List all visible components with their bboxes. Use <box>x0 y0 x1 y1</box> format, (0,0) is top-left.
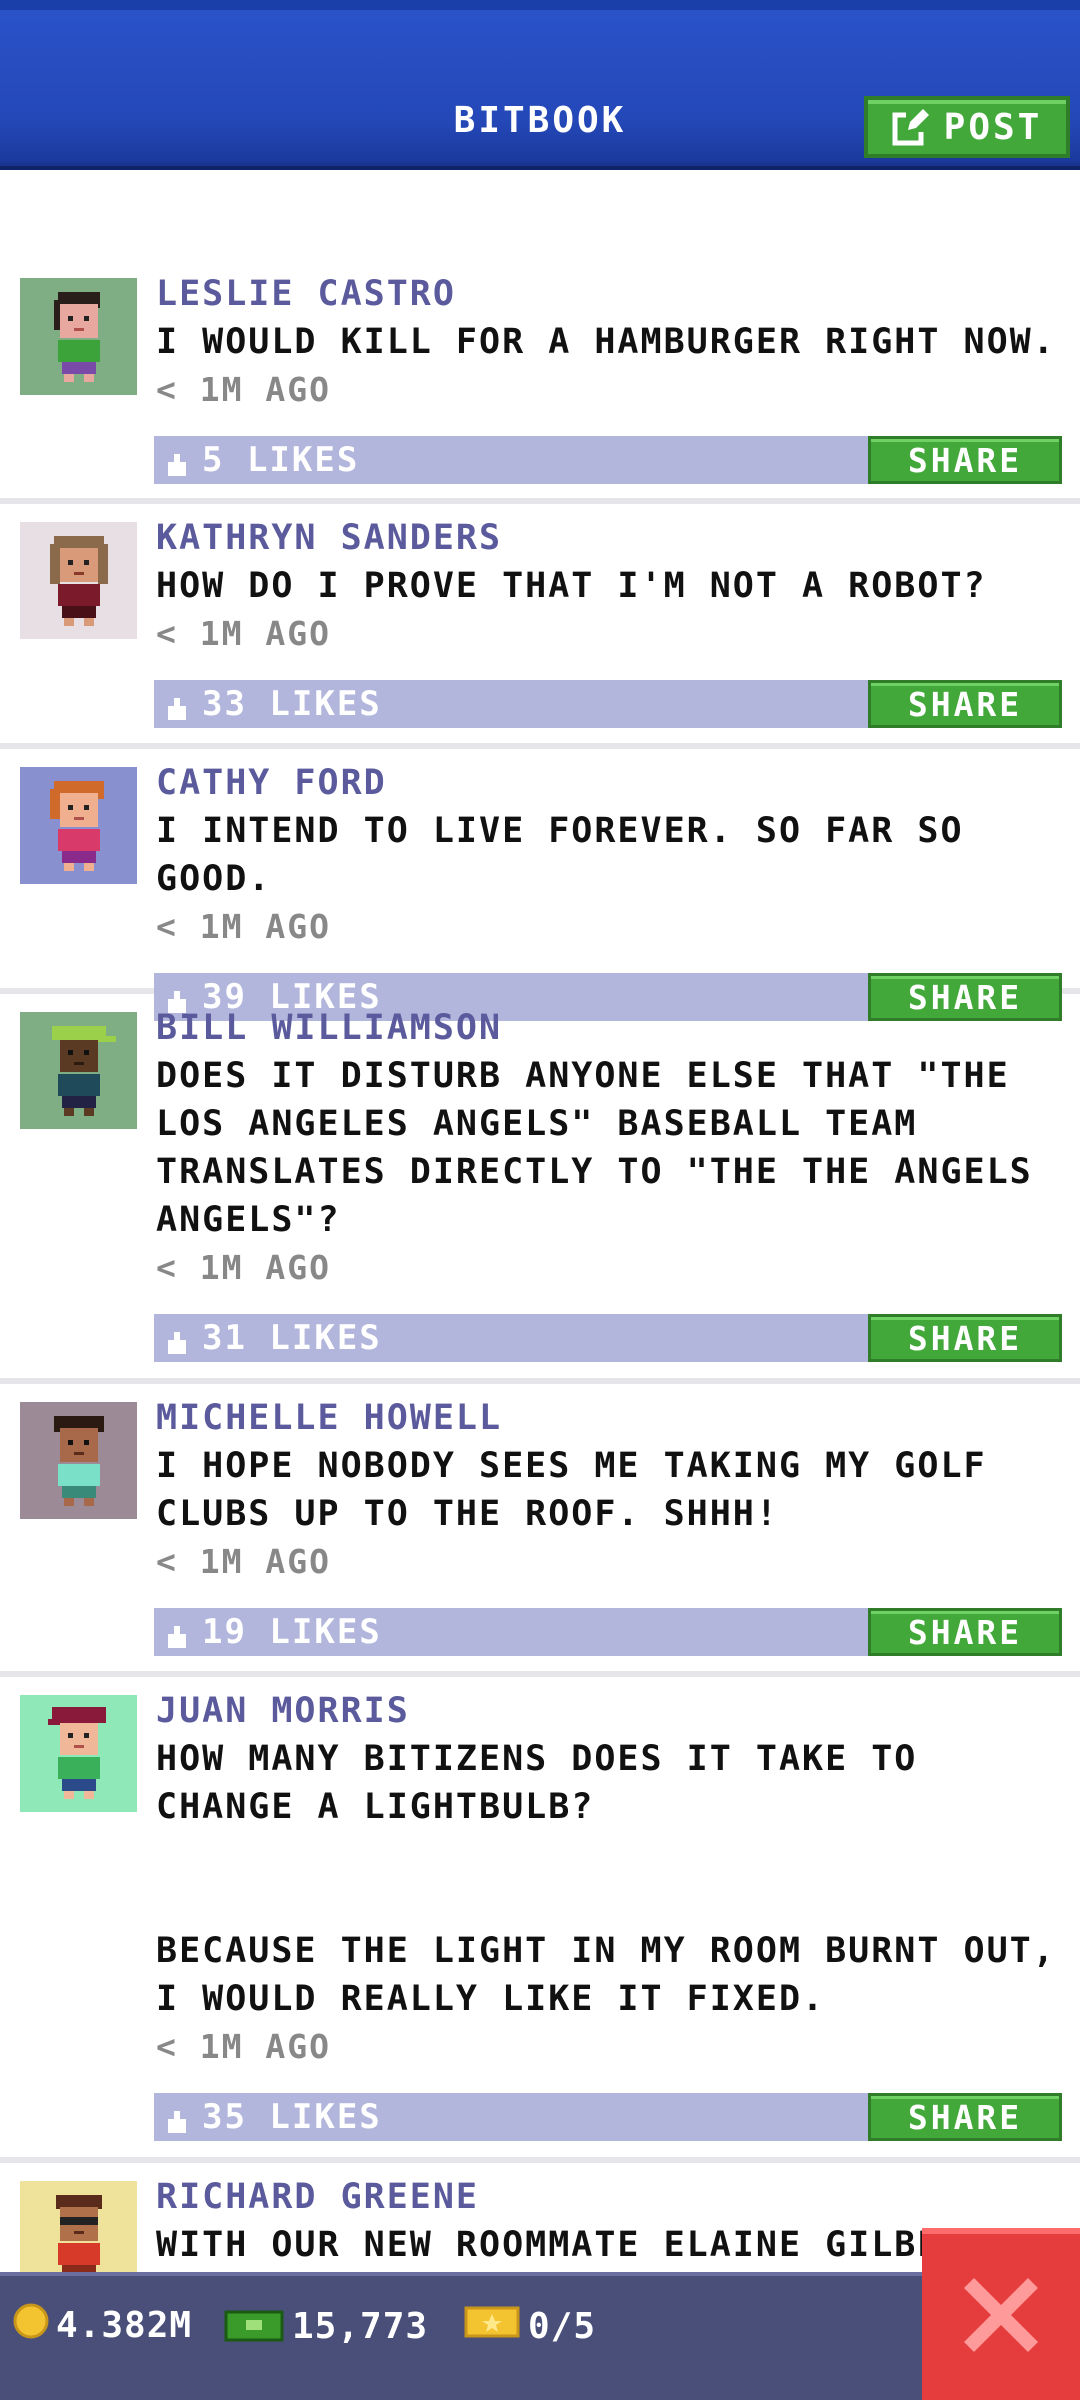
likes-count: 33 LIKES <box>202 684 382 724</box>
share-button[interactable]: SHARE <box>868 1608 1062 1656</box>
thumbs-up-icon <box>164 447 190 476</box>
feed-post: MICHELLE HOWELL I HOPE NOBODY SEES ME TA… <box>0 1384 1080 1677</box>
post-author[interactable]: MICHELLE HOWELL <box>156 1394 1060 1442</box>
app-header: BITBOOK POST <box>0 0 1080 170</box>
avatar <box>20 1695 137 1812</box>
feed-post: JUAN MORRIS HOW MANY BITIZENS DOES IT TA… <box>0 1677 1080 2163</box>
bux-icon <box>222 2302 286 2351</box>
post-author[interactable]: LESLIE CASTRO <box>156 270 1060 318</box>
like-button[interactable]: 5 LIKES <box>154 440 359 480</box>
avatar <box>20 278 137 395</box>
like-button[interactable]: 31 LIKES <box>154 1318 382 1358</box>
post-time: < 1M AGO <box>156 1248 331 1287</box>
share-button[interactable]: SHARE <box>868 680 1062 728</box>
ticket-icon <box>462 2302 522 2351</box>
likes-count: 35 LIKES <box>202 2097 382 2137</box>
post-body: LESLIE CASTRO I WOULD KILL FOR A HAMBURG… <box>154 260 1080 484</box>
post-message: I WOULD KILL FOR A HAMBURGER RIGHT NOW. <box>156 322 1056 362</box>
post-time: < 1M AGO <box>156 614 331 653</box>
likes-count: 31 LIKES <box>202 1318 382 1358</box>
post-author[interactable]: KATHRYN SANDERS <box>156 514 1060 562</box>
close-icon <box>964 2278 1038 2356</box>
post-action-bar: 19 LIKES SHARE <box>154 1608 1062 1656</box>
post-message: DOES IT DISTURB ANYONE ELSE THAT "THE LO… <box>156 1056 1033 1240</box>
coin-icon <box>12 2302 50 2349</box>
post-body: MICHELLE HOWELL I HOPE NOBODY SEES ME TA… <box>154 1384 1080 1656</box>
thumbs-up-icon <box>164 1325 190 1354</box>
post-action-bar: 31 LIKES SHARE <box>154 1314 1062 1362</box>
feed-post: KATHRYN SANDERS HOW DO I PROVE THAT I'M … <box>0 504 1080 749</box>
post-body: BILL WILLIAMSON DOES IT DISTURB ANYONE E… <box>154 994 1080 1362</box>
share-button[interactable]: SHARE <box>868 1314 1062 1362</box>
post-author[interactable]: RICHARD GREENE <box>156 2173 1060 2221</box>
post-author[interactable]: CATHY FORD <box>156 759 1060 807</box>
post-body: KATHRYN SANDERS HOW DO I PROVE THAT I'M … <box>154 504 1080 728</box>
post-author[interactable]: BILL WILLIAMSON <box>156 1004 1060 1052</box>
post-button[interactable]: POST <box>864 96 1070 158</box>
thumbs-up-icon <box>164 1619 190 1648</box>
edit-icon <box>892 108 930 146</box>
bux-value: 15,773 <box>292 2306 429 2347</box>
like-button[interactable]: 33 LIKES <box>154 684 382 724</box>
share-button[interactable]: SHARE <box>868 2093 1062 2141</box>
coins-value: 4.382M <box>56 2305 193 2346</box>
avatar <box>20 767 137 884</box>
post-action-bar: 5 LIKES SHARE <box>154 436 1062 484</box>
likes-count: 5 LIKES <box>202 440 360 480</box>
like-button[interactable]: 35 LIKES <box>154 2097 382 2137</box>
share-button[interactable]: SHARE <box>868 436 1062 484</box>
post-message: HOW DO I PROVE THAT I'M NOT A ROBOT? <box>156 566 987 606</box>
thumbs-up-icon <box>164 2104 190 2133</box>
post-message: I HOPE NOBODY SEES ME TAKING MY GOLF CLU… <box>156 1446 987 1534</box>
feed-post: BILL WILLIAMSON DOES IT DISTURB ANYONE E… <box>0 994 1080 1384</box>
tickets-value: 0/5 <box>528 2306 597 2347</box>
post-action-bar: 35 LIKES SHARE <box>154 2093 1062 2141</box>
post-time: < 1M AGO <box>156 2027 331 2066</box>
avatar <box>20 1402 137 1519</box>
avatar <box>20 522 137 639</box>
post-time: < 1M AGO <box>156 907 331 946</box>
close-button[interactable] <box>922 2228 1080 2400</box>
feed-post: CATHY FORD I INTEND TO LIVE FOREVER. SO … <box>0 749 1080 1021</box>
bux-stat[interactable]: 15,773 <box>222 2302 428 2351</box>
post-time: < 1M AGO <box>156 370 331 409</box>
likes-count: 19 LIKES <box>202 1612 382 1652</box>
post-action-bar: 33 LIKES SHARE <box>154 680 1062 728</box>
thumbs-up-icon <box>164 691 190 720</box>
like-button[interactable]: 19 LIKES <box>154 1612 382 1652</box>
post-message: HOW MANY BITIZENS DOES IT TAKE TO CHANGE… <box>156 1739 1056 2019</box>
post-message: I INTEND TO LIVE FOREVER. SO FAR SO GOOD… <box>156 811 964 899</box>
feed[interactable]: LESLIE CASTRO I WOULD KILL FOR A HAMBURG… <box>0 260 1080 2363</box>
post-body: CATHY FORD I INTEND TO LIVE FOREVER. SO … <box>154 749 1080 1021</box>
post-author[interactable]: JUAN MORRIS <box>156 1687 1060 1735</box>
currency-bar: 4.382M 15,773 0/5 <box>0 2272 1080 2400</box>
tickets-stat[interactable]: 0/5 <box>462 2302 596 2351</box>
feed-post: LESLIE CASTRO I WOULD KILL FOR A HAMBURG… <box>0 260 1080 504</box>
avatar <box>20 1012 137 1129</box>
post-body: JUAN MORRIS HOW MANY BITIZENS DOES IT TA… <box>154 1677 1080 2141</box>
post-button-label: POST <box>943 106 1043 148</box>
post-time: < 1M AGO <box>156 1542 331 1581</box>
coins-stat[interactable]: 4.382M <box>12 2302 192 2349</box>
